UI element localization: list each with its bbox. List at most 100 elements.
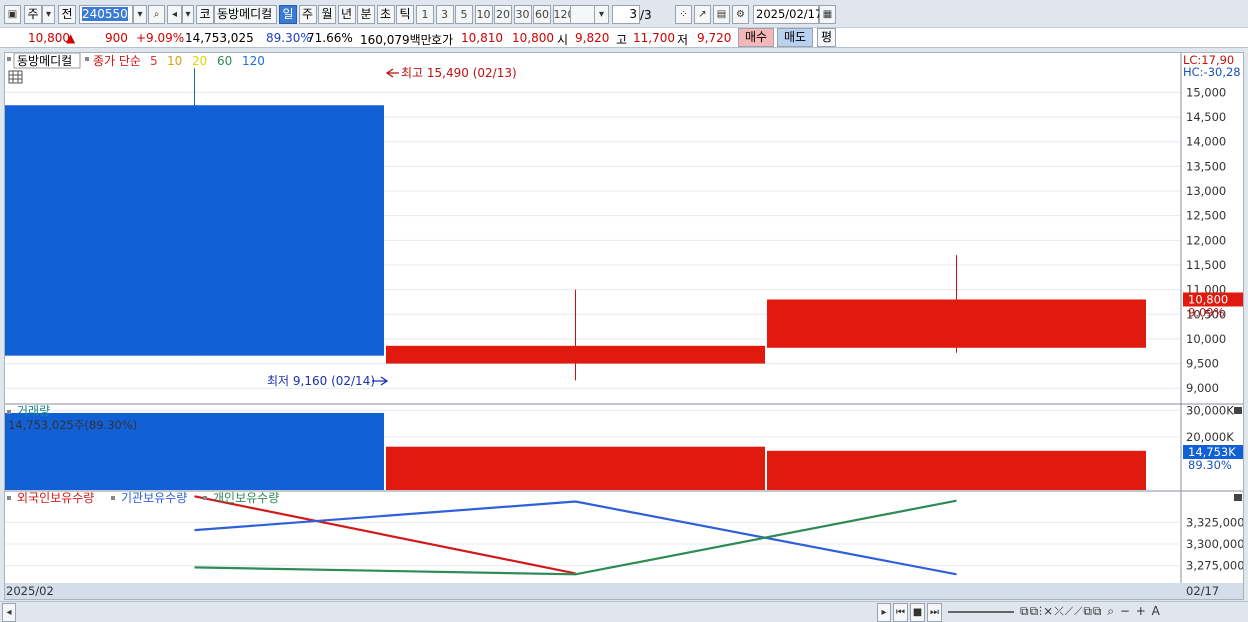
date-axis — [5, 583, 1243, 599]
volume-bar — [767, 450, 1146, 490]
high-note: 최고 15,490 (02/13) — [401, 66, 517, 80]
holding-panel-close-icon — [1234, 494, 1242, 501]
interval-button-0[interactable]: 1 — [416, 5, 434, 24]
interval-custom-field[interactable] — [570, 5, 596, 24]
period-button-1[interactable]: 주 — [298, 5, 317, 24]
volume-info: 14,753,025주(89.30%) — [8, 418, 137, 432]
volume-title: 거래량 — [17, 404, 50, 418]
drawing-tools[interactable]: ⧉⧉⫶⨯⤫⟋⟋⧉⧉ ⌕ − + A — [1020, 604, 1161, 619]
flat-button[interactable]: 평 — [817, 28, 836, 47]
price-tick-label: 15,000 — [1186, 85, 1226, 99]
candle-body — [767, 299, 1146, 348]
gear-icon[interactable]: ⚙ — [732, 5, 749, 24]
period-button-2[interactable]: 월 — [318, 5, 336, 24]
price-change: 900 — [105, 31, 128, 45]
candle-body — [386, 345, 765, 364]
quote-bar: 10,800 ▲ 900 +9.09% 14,753,025 89.30% 71… — [0, 28, 1248, 48]
date-axis-end: 02/17 — [1186, 584, 1219, 598]
date-axis-start: 2025/02 — [6, 584, 54, 598]
code-input[interactable]: 240550 — [79, 5, 133, 24]
price-tick-label: 13,500 — [1186, 159, 1226, 173]
interval-button-4[interactable]: 20 — [494, 5, 512, 24]
save-icon[interactable]: ▤ — [713, 5, 730, 24]
legend-marker — [85, 57, 89, 61]
candle-body — [5, 105, 384, 356]
date-input[interactable]: 2025/02/17 — [753, 5, 822, 24]
code-dropdown-icon[interactable]: ▾ — [133, 5, 147, 24]
bid-price: 10,800 — [512, 31, 554, 45]
interval-button-3[interactable]: 10 — [474, 5, 493, 24]
ask-price: 10,810 — [461, 31, 503, 45]
turnover-rate: 71.66% — [307, 31, 353, 45]
interval-button-2[interactable]: 5 — [455, 5, 473, 24]
chart-area[interactable]: 9,000 9,500 10,000 10,500 11,000 11,500 12,000… — [4, 52, 1245, 600]
search-icon[interactable]: ⌕ — [148, 5, 165, 24]
scroll-right-icon[interactable]: ▸ — [877, 603, 891, 622]
open-label: 시 — [557, 33, 569, 47]
current-price-label: 10,800 — [1188, 292, 1228, 306]
period-button-3[interactable]: 년 — [337, 5, 356, 24]
period-button-6[interactable]: 틱 — [396, 5, 414, 24]
type1-select[interactable]: 주 — [24, 5, 42, 24]
holding-tick-label: 3,275,000 — [1186, 559, 1243, 573]
high-arrow-icon — [385, 68, 399, 78]
interval-dropdown-icon[interactable]: ▾ — [594, 5, 609, 24]
hc-label: HC:-30,28 — [1183, 65, 1241, 79]
buy-button[interactable]: 매수 — [738, 28, 774, 47]
rewind-icon[interactable]: ⏮ — [893, 603, 908, 622]
current-price: 10,800 — [28, 31, 70, 45]
type2-select[interactable]: 전 — [58, 5, 76, 24]
price-tick-label: 13,000 — [1186, 184, 1226, 198]
period-button-5[interactable]: 초 — [376, 5, 395, 24]
holding-tick-label: 3,300,000 — [1186, 537, 1243, 551]
period-button-4[interactable]: 분 — [357, 5, 375, 24]
holding-legend-label: 개인보유수량 — [213, 491, 279, 505]
forward-icon[interactable]: ⏭ — [927, 603, 942, 622]
price-tick-label: 9,000 — [1186, 381, 1219, 395]
sell-button[interactable]: 매도 — [777, 28, 813, 47]
stop-icon[interactable]: ■ — [910, 603, 925, 622]
holding-legend-label: 외국인보유수량 — [17, 491, 94, 505]
calendar-icon[interactable]: ▦ — [819, 5, 836, 24]
trade-amount: 160,079백만 — [360, 33, 432, 47]
interval-button-5[interactable]: 30 — [513, 5, 532, 24]
toolbar: ▣ 주 ▾ 전 240550 ▾ ⌕ ◂ ▾ 코 동방메디컬 일주월년분초틱 1… — [0, 0, 1248, 28]
dots-icon[interactable]: ⁘ — [675, 5, 692, 24]
low-note: 최저 9,160 (02/14) — [267, 374, 375, 388]
speaker-dropdown-icon[interactable]: ▾ — [182, 5, 194, 24]
price-tick-label: 9,500 — [1186, 357, 1219, 371]
holding-tick-label: 3,325,000 — [1186, 515, 1243, 529]
up-arrow-icon: ▲ — [66, 31, 76, 45]
volume-percent: 89.30% — [266, 31, 312, 45]
ma-period-label: 5 — [150, 54, 158, 68]
price-tick-label: 12,000 — [1186, 233, 1226, 247]
interval-button-6[interactable]: 60 — [533, 5, 551, 24]
page-current[interactable]: 3 — [612, 5, 640, 24]
scroll-left-icon[interactable]: ◂ — [2, 603, 16, 622]
chevron-down-icon[interactable]: ▾ — [42, 5, 55, 24]
ma-period-label: 10 — [167, 54, 182, 68]
legend-marker — [7, 57, 11, 61]
current-pct-label: 9.09% — [1188, 305, 1225, 319]
period-button-0[interactable]: 일 — [279, 5, 297, 24]
stock-name-field[interactable]: 동방메디컬 — [214, 5, 277, 24]
window-icon[interactable]: ▣ — [4, 5, 21, 24]
volume-value: 14,753,025 — [185, 31, 254, 45]
legend-marker — [111, 496, 115, 500]
price-tick-label: 14,500 — [1186, 110, 1226, 124]
current-volume-label: 14,753K — [1188, 445, 1236, 459]
high-price: 11,700 — [633, 31, 675, 45]
chart-svg[interactable]: 9,0009,50010,00010,50011,00011,50012,000… — [5, 52, 1245, 599]
current-volume-pct: 89.30% — [1188, 458, 1232, 472]
volume-tick-label: 30,000K — [1186, 403, 1234, 417]
change-percent: +9.09% — [136, 31, 185, 45]
holding-legend-label: 기관보유수량 — [121, 491, 187, 505]
volume-bar — [386, 446, 765, 490]
zoom-slider[interactable] — [948, 611, 1014, 613]
speaker-icon[interactable]: ◂ — [167, 5, 182, 24]
stock-name-label: 동방메디컬 — [17, 54, 72, 68]
cursor-icon[interactable]: ↗ — [694, 5, 711, 24]
interval-button-1[interactable]: 3 — [435, 5, 454, 24]
price-tick-label: 10,000 — [1186, 332, 1226, 346]
legend-marker — [203, 496, 207, 500]
